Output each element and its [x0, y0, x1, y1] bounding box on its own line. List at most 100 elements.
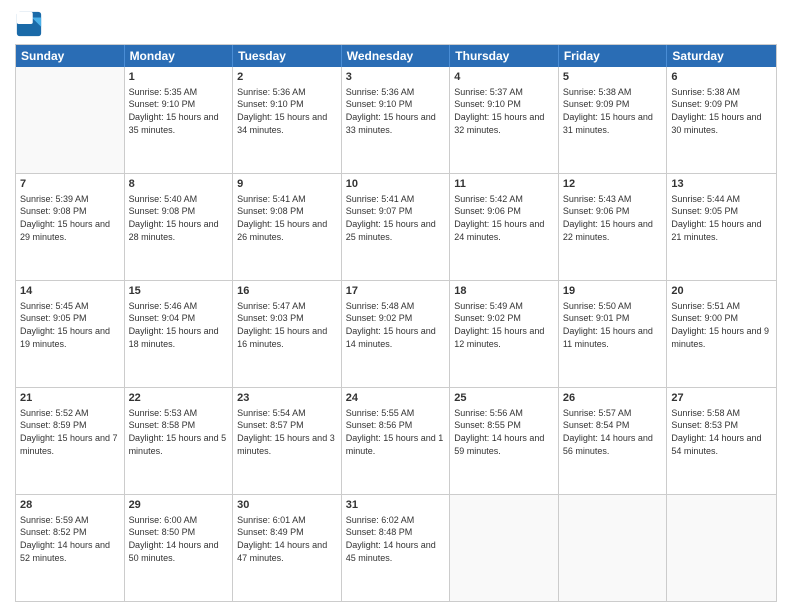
day-number: 22 — [129, 391, 229, 406]
cell-info: Sunrise: 5:41 AM Sunset: 9:08 PM Dayligh… — [237, 193, 337, 243]
header-day-saturday: Saturday — [667, 45, 776, 67]
day-number: 8 — [129, 177, 229, 192]
logo-icon — [15, 10, 43, 38]
day-number: 7 — [20, 177, 120, 192]
calendar-cell: 26Sunrise: 5:57 AM Sunset: 8:54 PM Dayli… — [559, 388, 668, 494]
cell-info: Sunrise: 5:46 AM Sunset: 9:04 PM Dayligh… — [129, 300, 229, 350]
cell-info: Sunrise: 5:36 AM Sunset: 9:10 PM Dayligh… — [346, 86, 446, 136]
day-number: 14 — [20, 284, 120, 299]
calendar-header: SundayMondayTuesdayWednesdayThursdayFrid… — [16, 45, 776, 67]
calendar-body: 1Sunrise: 5:35 AM Sunset: 9:10 PM Daylig… — [16, 67, 776, 601]
day-number: 24 — [346, 391, 446, 406]
cell-info: Sunrise: 5:37 AM Sunset: 9:10 PM Dayligh… — [454, 86, 554, 136]
cell-info: Sunrise: 5:49 AM Sunset: 9:02 PM Dayligh… — [454, 300, 554, 350]
calendar-cell: 8Sunrise: 5:40 AM Sunset: 9:08 PM Daylig… — [125, 174, 234, 280]
calendar-row-5: 28Sunrise: 5:59 AM Sunset: 8:52 PM Dayli… — [16, 495, 776, 601]
calendar-cell — [667, 495, 776, 601]
day-number: 27 — [671, 391, 772, 406]
cell-info: Sunrise: 5:48 AM Sunset: 9:02 PM Dayligh… — [346, 300, 446, 350]
cell-info: Sunrise: 5:42 AM Sunset: 9:06 PM Dayligh… — [454, 193, 554, 243]
calendar-cell: 27Sunrise: 5:58 AM Sunset: 8:53 PM Dayli… — [667, 388, 776, 494]
calendar: SundayMondayTuesdayWednesdayThursdayFrid… — [15, 44, 777, 602]
logo — [15, 10, 47, 38]
cell-info: Sunrise: 5:52 AM Sunset: 8:59 PM Dayligh… — [20, 407, 120, 457]
calendar-cell: 9Sunrise: 5:41 AM Sunset: 9:08 PM Daylig… — [233, 174, 342, 280]
day-number: 4 — [454, 70, 554, 85]
header-day-sunday: Sunday — [16, 45, 125, 67]
cell-info: Sunrise: 5:38 AM Sunset: 9:09 PM Dayligh… — [563, 86, 663, 136]
calendar-cell: 16Sunrise: 5:47 AM Sunset: 9:03 PM Dayli… — [233, 281, 342, 387]
calendar-cell: 11Sunrise: 5:42 AM Sunset: 9:06 PM Dayli… — [450, 174, 559, 280]
day-number: 18 — [454, 284, 554, 299]
cell-info: Sunrise: 5:57 AM Sunset: 8:54 PM Dayligh… — [563, 407, 663, 457]
day-number: 19 — [563, 284, 663, 299]
calendar-cell: 1Sunrise: 5:35 AM Sunset: 9:10 PM Daylig… — [125, 67, 234, 173]
cell-info: Sunrise: 5:59 AM Sunset: 8:52 PM Dayligh… — [20, 514, 120, 564]
cell-info: Sunrise: 6:00 AM Sunset: 8:50 PM Dayligh… — [129, 514, 229, 564]
cell-info: Sunrise: 5:47 AM Sunset: 9:03 PM Dayligh… — [237, 300, 337, 350]
day-number: 12 — [563, 177, 663, 192]
calendar-cell: 22Sunrise: 5:53 AM Sunset: 8:58 PM Dayli… — [125, 388, 234, 494]
day-number: 25 — [454, 391, 554, 406]
calendar-cell: 5Sunrise: 5:38 AM Sunset: 9:09 PM Daylig… — [559, 67, 668, 173]
day-number: 29 — [129, 498, 229, 513]
calendar-row-3: 14Sunrise: 5:45 AM Sunset: 9:05 PM Dayli… — [16, 281, 776, 388]
calendar-cell — [559, 495, 668, 601]
calendar-cell: 13Sunrise: 5:44 AM Sunset: 9:05 PM Dayli… — [667, 174, 776, 280]
cell-info: Sunrise: 5:39 AM Sunset: 9:08 PM Dayligh… — [20, 193, 120, 243]
day-number: 5 — [563, 70, 663, 85]
day-number: 26 — [563, 391, 663, 406]
day-number: 3 — [346, 70, 446, 85]
cell-info: Sunrise: 5:43 AM Sunset: 9:06 PM Dayligh… — [563, 193, 663, 243]
day-number: 6 — [671, 70, 772, 85]
calendar-cell: 10Sunrise: 5:41 AM Sunset: 9:07 PM Dayli… — [342, 174, 451, 280]
cell-info: Sunrise: 5:58 AM Sunset: 8:53 PM Dayligh… — [671, 407, 772, 457]
cell-info: Sunrise: 5:54 AM Sunset: 8:57 PM Dayligh… — [237, 407, 337, 457]
calendar-row-1: 1Sunrise: 5:35 AM Sunset: 9:10 PM Daylig… — [16, 67, 776, 174]
cell-info: Sunrise: 5:35 AM Sunset: 9:10 PM Dayligh… — [129, 86, 229, 136]
calendar-cell: 7Sunrise: 5:39 AM Sunset: 9:08 PM Daylig… — [16, 174, 125, 280]
cell-info: Sunrise: 6:02 AM Sunset: 8:48 PM Dayligh… — [346, 514, 446, 564]
calendar-cell: 20Sunrise: 5:51 AM Sunset: 9:00 PM Dayli… — [667, 281, 776, 387]
day-number: 17 — [346, 284, 446, 299]
day-number: 2 — [237, 70, 337, 85]
header-day-thursday: Thursday — [450, 45, 559, 67]
calendar-cell: 21Sunrise: 5:52 AM Sunset: 8:59 PM Dayli… — [16, 388, 125, 494]
header-day-monday: Monday — [125, 45, 234, 67]
cell-info: Sunrise: 5:56 AM Sunset: 8:55 PM Dayligh… — [454, 407, 554, 457]
cell-info: Sunrise: 5:41 AM Sunset: 9:07 PM Dayligh… — [346, 193, 446, 243]
day-number: 11 — [454, 177, 554, 192]
calendar-cell: 3Sunrise: 5:36 AM Sunset: 9:10 PM Daylig… — [342, 67, 451, 173]
cell-info: Sunrise: 5:36 AM Sunset: 9:10 PM Dayligh… — [237, 86, 337, 136]
day-number: 13 — [671, 177, 772, 192]
calendar-cell: 14Sunrise: 5:45 AM Sunset: 9:05 PM Dayli… — [16, 281, 125, 387]
day-number: 21 — [20, 391, 120, 406]
calendar-cell: 29Sunrise: 6:00 AM Sunset: 8:50 PM Dayli… — [125, 495, 234, 601]
calendar-cell: 23Sunrise: 5:54 AM Sunset: 8:57 PM Dayli… — [233, 388, 342, 494]
calendar-cell: 12Sunrise: 5:43 AM Sunset: 9:06 PM Dayli… — [559, 174, 668, 280]
header-day-friday: Friday — [559, 45, 668, 67]
day-number: 20 — [671, 284, 772, 299]
header-day-tuesday: Tuesday — [233, 45, 342, 67]
calendar-cell: 2Sunrise: 5:36 AM Sunset: 9:10 PM Daylig… — [233, 67, 342, 173]
cell-info: Sunrise: 5:40 AM Sunset: 9:08 PM Dayligh… — [129, 193, 229, 243]
day-number: 16 — [237, 284, 337, 299]
calendar-cell: 19Sunrise: 5:50 AM Sunset: 9:01 PM Dayli… — [559, 281, 668, 387]
cell-info: Sunrise: 5:44 AM Sunset: 9:05 PM Dayligh… — [671, 193, 772, 243]
calendar-cell: 6Sunrise: 5:38 AM Sunset: 9:09 PM Daylig… — [667, 67, 776, 173]
calendar-cell: 24Sunrise: 5:55 AM Sunset: 8:56 PM Dayli… — [342, 388, 451, 494]
calendar-row-4: 21Sunrise: 5:52 AM Sunset: 8:59 PM Dayli… — [16, 388, 776, 495]
day-number: 15 — [129, 284, 229, 299]
calendar-cell — [450, 495, 559, 601]
day-number: 1 — [129, 70, 229, 85]
calendar-cell: 30Sunrise: 6:01 AM Sunset: 8:49 PM Dayli… — [233, 495, 342, 601]
cell-info: Sunrise: 5:55 AM Sunset: 8:56 PM Dayligh… — [346, 407, 446, 457]
cell-info: Sunrise: 5:53 AM Sunset: 8:58 PM Dayligh… — [129, 407, 229, 457]
day-number: 9 — [237, 177, 337, 192]
calendar-cell — [16, 67, 125, 173]
cell-info: Sunrise: 5:50 AM Sunset: 9:01 PM Dayligh… — [563, 300, 663, 350]
calendar-cell: 25Sunrise: 5:56 AM Sunset: 8:55 PM Dayli… — [450, 388, 559, 494]
cell-info: Sunrise: 6:01 AM Sunset: 8:49 PM Dayligh… — [237, 514, 337, 564]
cell-info: Sunrise: 5:45 AM Sunset: 9:05 PM Dayligh… — [20, 300, 120, 350]
calendar-cell: 28Sunrise: 5:59 AM Sunset: 8:52 PM Dayli… — [16, 495, 125, 601]
